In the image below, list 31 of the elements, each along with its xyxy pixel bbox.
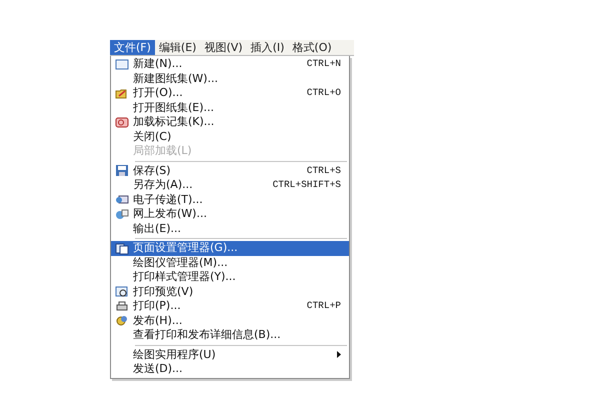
menu-item[interactable]: 绘图仪管理器(M)... [111, 256, 349, 270]
menu-item[interactable]: 另存为(A)... CTRL+SHIFT+S [111, 178, 349, 192]
menu-item[interactable]: 输出(E)... [111, 222, 349, 236]
menu-bar-item[interactable]: 文件(F) [110, 40, 155, 55]
menu-bar-item[interactable]: 视图(V) [200, 40, 247, 55]
menu-item[interactable]: 电子传递(T)... [111, 192, 349, 207]
save-icon [115, 164, 129, 178]
menu-item[interactable]: 关闭(C) [111, 130, 349, 144]
menu-item[interactable]: 网上发布(W)... [111, 207, 349, 222]
menu-item[interactable]: 绘图实用程序(U) [111, 348, 349, 362]
printer-icon [115, 300, 129, 313]
menu-item[interactable]: 打印预览(V) [111, 284, 349, 299]
menu-bar-item[interactable]: 编辑(E) [154, 40, 200, 55]
menu-item[interactable]: 页面设置管理器(G)... [111, 241, 349, 256]
document-icon [115, 58, 129, 71]
menu-item[interactable]: 打开图纸集(E)... [111, 100, 349, 115]
menu-item[interactable]: 查看打印和发布详细信息(B)... [111, 328, 349, 342]
menu-item[interactable]: 打印(P)... CTRL+P [111, 299, 349, 314]
folder-icon [115, 86, 129, 100]
menu-item[interactable]: 新建(N)... CTRL+N [111, 57, 349, 72]
menu-item[interactable]: 发布(H)... [111, 314, 349, 328]
menu-bar-item[interactable]: 格式(O) [288, 40, 336, 55]
preview-icon [115, 285, 129, 298]
menu-item[interactable]: 加载标记集(K)... [111, 115, 349, 130]
menu-item[interactable]: 新建图纸集(W)... [111, 72, 349, 86]
menu-item[interactable]: 发送(D)... [111, 362, 349, 376]
menu-bar-item[interactable]: 插入(I) [246, 40, 288, 55]
menu-item[interactable]: 保存(S) CTRL+S [111, 164, 349, 178]
menu-item[interactable]: 打开(O)... CTRL+O [111, 86, 349, 100]
menu-item[interactable]: 打印样式管理器(Y)... [111, 270, 349, 284]
page-setup-icon [115, 242, 129, 255]
